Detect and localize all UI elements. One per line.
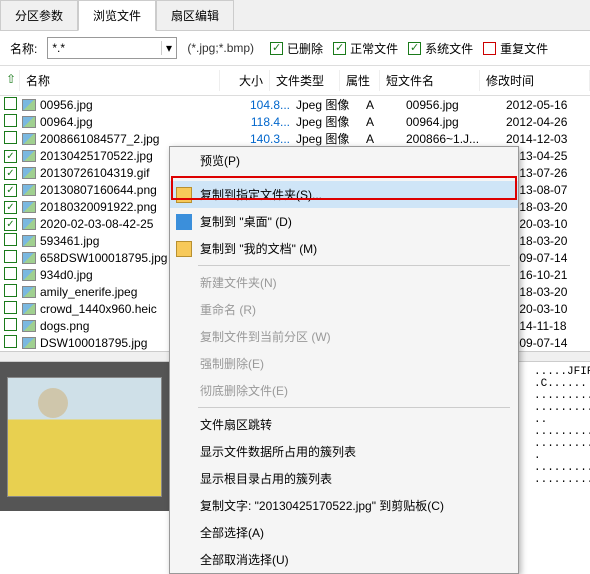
menu-copy-desktop[interactable]: 复制到 "桌面" (D) [170,208,518,235]
file-attr: A [360,98,400,112]
image-icon [22,320,36,332]
preview-thumbnail [7,377,162,497]
file-short: 00964.jpg [400,115,500,129]
name-filter-combo[interactable]: ▾ [47,37,177,59]
row-checkbox[interactable] [4,250,17,263]
folder-icon [176,187,192,203]
image-icon [22,167,36,179]
menu-sector-jump[interactable]: 文件扇区跳转 [170,411,518,438]
file-attr: A [360,132,400,146]
image-preview [0,362,170,511]
menu-copy-text[interactable]: 复制文字: "20130425170522.jpg" 到剪贴板(C) [170,492,518,519]
menu-perm-del: 彻底删除文件(E) [170,377,518,404]
row-checkbox[interactable] [4,267,17,280]
tab-partition[interactable]: 分区参数 [0,0,78,30]
file-type: Jpeg 图像 [290,113,360,130]
menu-copy-folder[interactable]: 复制到指定文件夹(S)... [170,181,518,208]
file-type: Jpeg 图像 [290,96,360,113]
tab-sector[interactable]: 扇区编辑 [156,0,234,30]
filter-checkbox[interactable]: 系统文件 [408,40,473,57]
row-checkbox[interactable] [4,184,17,197]
file-row[interactable]: 2008661084577_2.jpg140.3...Jpeg 图像A20086… [0,130,590,147]
filter-checkbox[interactable]: 正常文件 [333,40,398,57]
image-icon [22,252,36,264]
file-date: 2012-04-26 [500,115,590,129]
file-short: 200866~1.J... [400,132,500,146]
ext-hint: (*.jpg;*.bmp) [187,41,254,55]
row-checkbox[interactable] [4,335,17,348]
col-short[interactable]: 短文件名 [380,70,480,91]
file-type: Jpeg 图像 [290,130,360,147]
col-date[interactable]: 修改时间 [480,70,590,91]
menu-preview[interactable]: 预览(P) [170,147,518,174]
chevron-down-icon[interactable]: ▾ [161,41,177,55]
image-icon [22,286,36,298]
folder-icon [176,241,192,257]
file-date: 2014-12-03 [500,132,590,146]
image-icon [22,303,36,315]
menu-new-file: 新建文件夹(N) [170,269,518,296]
name-label: 名称: [10,40,37,57]
row-checkbox[interactable] [4,97,17,110]
menu-select-all[interactable]: 全部选择(A) [170,519,518,546]
image-icon [22,150,36,162]
filter-checkbox[interactable]: 已删除 [270,40,323,57]
file-short: 00956.jpg [400,98,500,112]
row-checkbox[interactable] [4,218,17,231]
file-attr: A [360,115,400,129]
image-icon [22,337,36,349]
col-name[interactable]: 名称 [20,70,220,91]
menu-force-del: 强制删除(E) [170,350,518,377]
row-checkbox[interactable] [4,167,17,180]
row-checkbox[interactable] [4,131,17,144]
image-icon [22,184,36,196]
file-name: 00964.jpg [38,115,240,129]
file-size: 140.3... [240,132,290,146]
up-icon[interactable]: ⇧ [0,70,20,91]
row-checkbox[interactable] [4,318,17,331]
row-checkbox[interactable] [4,114,17,127]
file-size: 118.4... [240,115,290,129]
name-filter-input[interactable] [48,41,160,55]
tab-browse[interactable]: 浏览文件 [78,0,156,31]
menu-copy-cur: 复制文件到当前分区 (W) [170,323,518,350]
menu-copy-docs[interactable]: 复制到 "我的文档" (M) [170,235,518,262]
col-size[interactable]: 大小 [220,70,270,91]
file-name: 00956.jpg [38,98,240,112]
file-row[interactable]: 00964.jpg118.4...Jpeg 图像A00964.jpg2012-0… [0,113,590,130]
image-icon [22,235,36,247]
filter-checkbox[interactable]: 重复文件 [483,40,548,57]
image-icon [22,133,36,145]
menu-rename: 重命名 (R) [170,296,518,323]
col-attr[interactable]: 属性 [340,70,380,91]
column-headers: ⇧ 名称 大小 文件类型 属性 短文件名 修改时间 [0,66,590,96]
menu-show-clusters[interactable]: 显示文件数据所占用的簇列表 [170,438,518,465]
row-checkbox[interactable] [4,201,17,214]
row-checkbox[interactable] [4,301,17,314]
image-icon [22,201,36,213]
desktop-icon [176,214,192,230]
image-icon [22,269,36,281]
context-menu: 预览(P) 复制到指定文件夹(S)... 复制到 "桌面" (D) 复制到 "我… [169,146,519,574]
file-row[interactable]: 00956.jpg104.8...Jpeg 图像A00956.jpg2012-0… [0,96,590,113]
menu-show-root[interactable]: 显示根目录占用的簇列表 [170,465,518,492]
file-name: 2008661084577_2.jpg [38,132,240,146]
tab-bar: 分区参数 浏览文件 扇区编辑 [0,0,590,31]
menu-deselect-all[interactable]: 全部取消选择(U) [170,546,518,573]
image-icon [22,116,36,128]
filter-toolbar: 名称: ▾ (*.jpg;*.bmp) 已删除正常文件系统文件重复文件 [0,31,590,66]
row-checkbox[interactable] [4,284,17,297]
col-type[interactable]: 文件类型 [270,70,340,91]
row-checkbox[interactable] [4,233,17,246]
file-size: 104.8... [240,98,290,112]
image-icon [22,218,36,230]
file-date: 2012-05-16 [500,98,590,112]
hex-ascii: .....JFIF .C...... .......... ..........… [530,362,590,511]
image-icon [22,99,36,111]
row-checkbox[interactable] [4,150,17,163]
